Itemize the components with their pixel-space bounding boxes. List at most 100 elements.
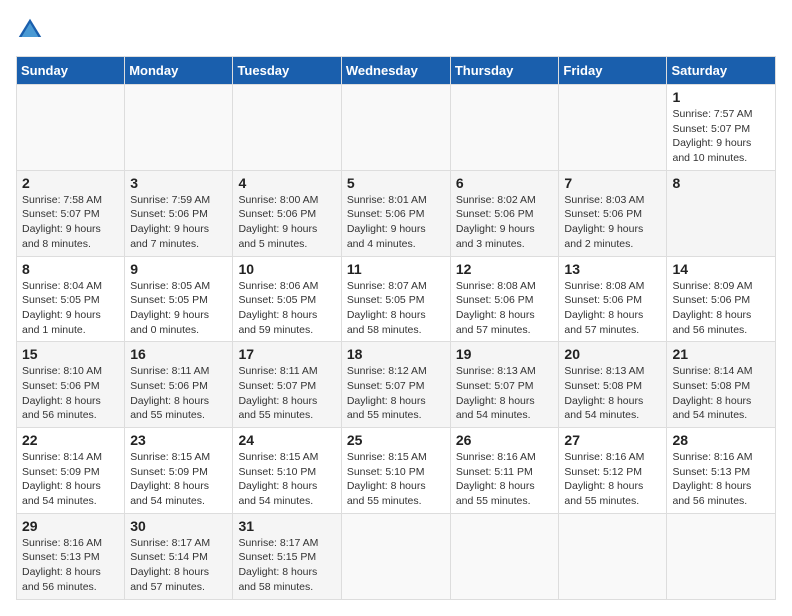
day-info: Sunrise: 8:15 AM Sunset: 5:10 PM Dayligh… <box>238 450 335 509</box>
calendar-cell <box>233 85 341 171</box>
column-header-tuesday: Tuesday <box>233 57 341 85</box>
calendar-cell: 20 Sunrise: 8:13 AM Sunset: 5:08 PM Dayli… <box>559 342 667 428</box>
calendar-cell: 25Sunrise: 8:15 AM Sunset: 5:10 PM Dayli… <box>341 428 450 514</box>
day-info: Sunrise: 8:17 AM Sunset: 5:14 PM Dayligh… <box>130 536 227 595</box>
calendar-cell <box>17 85 125 171</box>
day-number: 9 <box>130 261 227 277</box>
calendar-cell: 2 Sunrise: 7:58 AM Sunset: 5:07 PM Daylig… <box>17 170 125 256</box>
calendar-cell: 11Sunrise: 8:07 AM Sunset: 5:05 PM Dayli… <box>341 256 450 342</box>
day-number: 18 <box>347 346 445 362</box>
calendar-cell: 23 Sunrise: 8:15 AM Sunset: 5:09 PM Dayli… <box>125 428 233 514</box>
day-info: Sunrise: 8:16 AM Sunset: 5:13 PM Dayligh… <box>672 450 770 509</box>
calendar-cell: 26 Sunrise: 8:16 AM Sunset: 5:11 PM Dayli… <box>450 428 559 514</box>
day-info: Sunrise: 8:02 AM Sunset: 5:06 PM Dayligh… <box>456 193 554 252</box>
day-number: 8 <box>672 175 770 191</box>
day-number: 31 <box>238 518 335 534</box>
calendar-cell: 10 Sunrise: 8:06 AM Sunset: 5:05 PM Dayli… <box>233 256 341 342</box>
day-number: 22 <box>22 432 119 448</box>
day-number: 13 <box>564 261 661 277</box>
calendar-row: 1 Sunrise: 7:57 AM Sunset: 5:07 PM Daylig… <box>17 85 776 171</box>
column-header-monday: Monday <box>125 57 233 85</box>
day-info: Sunrise: 8:08 AM Sunset: 5:06 PM Dayligh… <box>456 279 554 338</box>
day-number: 27 <box>564 432 661 448</box>
calendar-row: 8 Sunrise: 8:04 AM Sunset: 5:05 PM Daylig… <box>17 256 776 342</box>
day-number: 24 <box>238 432 335 448</box>
day-number: 2 <box>22 175 119 191</box>
calendar-cell: 16 Sunrise: 8:11 AM Sunset: 5:06 PM Dayli… <box>125 342 233 428</box>
logo <box>16 16 48 44</box>
day-number: 10 <box>238 261 335 277</box>
calendar-cell: 31 Sunrise: 8:17 AM Sunset: 5:15 PM Dayli… <box>233 513 341 599</box>
calendar-cell: 5Sunrise: 8:01 AM Sunset: 5:06 PM Daylig… <box>341 170 450 256</box>
calendar-cell <box>450 513 559 599</box>
calendar-cell: 8 <box>667 170 776 256</box>
day-number: 25 <box>347 432 445 448</box>
calendar-cell: 22 Sunrise: 8:14 AM Sunset: 5:09 PM Dayli… <box>17 428 125 514</box>
day-number: 1 <box>672 89 770 105</box>
day-info: Sunrise: 8:16 AM Sunset: 5:11 PM Dayligh… <box>456 450 554 509</box>
calendar-cell: 6 Sunrise: 8:02 AM Sunset: 5:06 PM Daylig… <box>450 170 559 256</box>
calendar-cell: 28 Sunrise: 8:16 AM Sunset: 5:13 PM Dayli… <box>667 428 776 514</box>
day-info: Sunrise: 8:15 AM Sunset: 5:09 PM Dayligh… <box>130 450 227 509</box>
calendar-cell: 14 Sunrise: 8:09 AM Sunset: 5:06 PM Dayli… <box>667 256 776 342</box>
day-info: Sunrise: 8:17 AM Sunset: 5:15 PM Dayligh… <box>238 536 335 595</box>
day-number: 4 <box>238 175 335 191</box>
day-number: 28 <box>672 432 770 448</box>
day-number: 20 <box>564 346 661 362</box>
day-number: 3 <box>130 175 227 191</box>
calendar-cell <box>125 85 233 171</box>
column-header-thursday: Thursday <box>450 57 559 85</box>
day-info: Sunrise: 8:08 AM Sunset: 5:06 PM Dayligh… <box>564 279 661 338</box>
calendar-cell: 19Sunrise: 8:13 AM Sunset: 5:07 PM Dayli… <box>450 342 559 428</box>
calendar-row: 22 Sunrise: 8:14 AM Sunset: 5:09 PM Dayli… <box>17 428 776 514</box>
column-header-friday: Friday <box>559 57 667 85</box>
calendar-table: SundayMondayTuesdayWednesdayThursdayFrid… <box>16 56 776 600</box>
calendar-cell: 15Sunrise: 8:10 AM Sunset: 5:06 PM Dayli… <box>17 342 125 428</box>
day-info: Sunrise: 8:14 AM Sunset: 5:09 PM Dayligh… <box>22 450 119 509</box>
calendar-cell <box>559 513 667 599</box>
calendar-cell: 29 Sunrise: 8:16 AM Sunset: 5:13 PM Dayli… <box>17 513 125 599</box>
day-number: 12 <box>456 261 554 277</box>
day-info: Sunrise: 8:06 AM Sunset: 5:05 PM Dayligh… <box>238 279 335 338</box>
day-info: Sunrise: 8:01 AM Sunset: 5:06 PM Dayligh… <box>347 193 445 252</box>
calendar-cell: 4 Sunrise: 8:00 AM Sunset: 5:06 PM Daylig… <box>233 170 341 256</box>
day-number: 17 <box>238 346 335 362</box>
calendar-cell: 13 Sunrise: 8:08 AM Sunset: 5:06 PM Dayli… <box>559 256 667 342</box>
day-number: 30 <box>130 518 227 534</box>
calendar-cell: 24 Sunrise: 8:15 AM Sunset: 5:10 PM Dayli… <box>233 428 341 514</box>
day-number: 8 <box>22 261 119 277</box>
day-number: 26 <box>456 432 554 448</box>
calendar-cell <box>341 513 450 599</box>
calendar-row: 15Sunrise: 8:10 AM Sunset: 5:06 PM Dayli… <box>17 342 776 428</box>
day-info: Sunrise: 7:59 AM Sunset: 5:06 PM Dayligh… <box>130 193 227 252</box>
day-number: 16 <box>130 346 227 362</box>
column-header-saturday: Saturday <box>667 57 776 85</box>
calendar-row: 29 Sunrise: 8:16 AM Sunset: 5:13 PM Dayli… <box>17 513 776 599</box>
day-info: Sunrise: 7:57 AM Sunset: 5:07 PM Dayligh… <box>672 107 770 166</box>
day-info: Sunrise: 8:09 AM Sunset: 5:06 PM Dayligh… <box>672 279 770 338</box>
day-number: 23 <box>130 432 227 448</box>
calendar-row: 2 Sunrise: 7:58 AM Sunset: 5:07 PM Daylig… <box>17 170 776 256</box>
day-info: Sunrise: 8:11 AM Sunset: 5:06 PM Dayligh… <box>130 364 227 423</box>
calendar-cell: 7Sunrise: 8:03 AM Sunset: 5:06 PM Daylig… <box>559 170 667 256</box>
day-info: Sunrise: 8:05 AM Sunset: 5:05 PM Dayligh… <box>130 279 227 338</box>
day-number: 14 <box>672 261 770 277</box>
calendar-cell: 3 Sunrise: 7:59 AM Sunset: 5:06 PM Daylig… <box>125 170 233 256</box>
page-header <box>16 16 776 44</box>
day-info: Sunrise: 8:00 AM Sunset: 5:06 PM Dayligh… <box>238 193 335 252</box>
logo-icon <box>16 16 44 44</box>
day-info: Sunrise: 8:14 AM Sunset: 5:08 PM Dayligh… <box>672 364 770 423</box>
day-info: Sunrise: 7:58 AM Sunset: 5:07 PM Dayligh… <box>22 193 119 252</box>
calendar-cell: 8 Sunrise: 8:04 AM Sunset: 5:05 PM Daylig… <box>17 256 125 342</box>
day-number: 19 <box>456 346 554 362</box>
day-number: 29 <box>22 518 119 534</box>
calendar-cell <box>559 85 667 171</box>
day-info: Sunrise: 8:16 AM Sunset: 5:13 PM Dayligh… <box>22 536 119 595</box>
day-info: Sunrise: 8:11 AM Sunset: 5:07 PM Dayligh… <box>238 364 335 423</box>
column-header-wednesday: Wednesday <box>341 57 450 85</box>
day-info: Sunrise: 8:04 AM Sunset: 5:05 PM Dayligh… <box>22 279 119 338</box>
day-info: Sunrise: 8:13 AM Sunset: 5:08 PM Dayligh… <box>564 364 661 423</box>
day-number: 6 <box>456 175 554 191</box>
column-header-sunday: Sunday <box>17 57 125 85</box>
day-number: 15 <box>22 346 119 362</box>
